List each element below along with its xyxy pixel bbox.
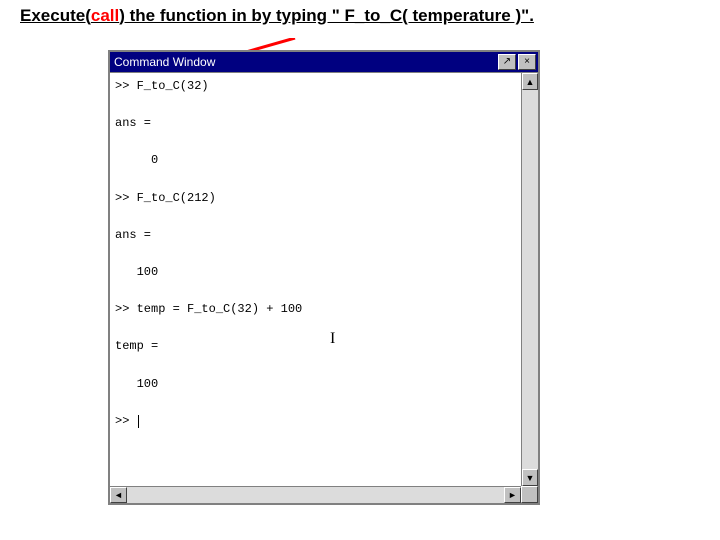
heading-post: ) the function in by typing " F_to_C( te… — [119, 6, 534, 25]
console-output: >> F_to_C(32) ans = 0 >> F_to_C(212) ans… — [115, 77, 516, 430]
console-area[interactable]: >> F_to_C(32) ans = 0 >> F_to_C(212) ans… — [110, 73, 521, 486]
command-window: Command Window ↗ × >> F_to_C(32) ans = 0… — [108, 50, 540, 505]
scroll-track-v[interactable] — [522, 90, 538, 469]
page-heading: Execute(call) the function in by typing … — [20, 6, 534, 26]
title-bar: Command Window ↗ × — [110, 52, 538, 72]
input-caret — [138, 415, 139, 428]
scrollbar-corner — [521, 486, 538, 503]
scroll-left-button[interactable]: ◄ — [110, 487, 127, 503]
window-title: Command Window — [114, 55, 496, 69]
scroll-right-button[interactable]: ► — [504, 487, 521, 503]
horizontal-scrollbar[interactable]: ◄ ► — [110, 486, 521, 503]
heading-red-word: call — [91, 6, 119, 25]
close-button[interactable]: × — [518, 54, 536, 70]
scroll-down-button[interactable]: ▼ — [522, 469, 538, 486]
heading-pre: Execute( — [20, 6, 91, 25]
scroll-track-h[interactable] — [127, 487, 504, 503]
undock-button[interactable]: ↗ — [498, 54, 516, 70]
scroll-up-button[interactable]: ▲ — [522, 73, 538, 90]
vertical-scrollbar[interactable]: ▲ ▼ — [521, 73, 538, 486]
titlebar-buttons: ↗ × — [496, 54, 538, 70]
